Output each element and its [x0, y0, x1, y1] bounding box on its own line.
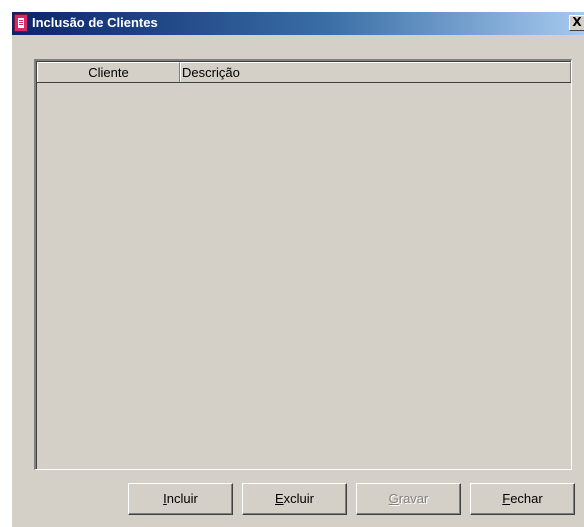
- title-bar[interactable]: Inclusão de Clientes X: [12, 12, 584, 35]
- excluir-label: xcluir: [283, 491, 314, 506]
- incluir-label: ncluir: [166, 491, 198, 506]
- inclusao-clientes-window: Inclusão de Clientes X Cliente Descrição…: [11, 11, 584, 527]
- close-icon: X: [572, 15, 582, 29]
- fechar-mnemonic: F: [502, 491, 511, 506]
- clientes-grid[interactable]: Cliente Descrição: [34, 59, 572, 470]
- fechar-label: echar: [510, 491, 543, 506]
- window-title: Inclusão de Clientes: [32, 15, 158, 30]
- gravar-button[interactable]: Gravar: [356, 483, 461, 515]
- gravar-label: ravar: [398, 491, 429, 506]
- button-bar: Incluir Excluir Gravar Fechar: [12, 483, 584, 515]
- incluir-button[interactable]: Incluir: [128, 483, 233, 515]
- excluir-mnemonic: E: [274, 491, 284, 506]
- excluir-button[interactable]: Excluir: [242, 483, 347, 515]
- gravar-mnemonic: G: [388, 491, 399, 506]
- column-header-descricao[interactable]: Descrição: [180, 62, 571, 82]
- column-header-cliente[interactable]: Cliente: [37, 62, 180, 82]
- fechar-button[interactable]: Fechar: [470, 483, 575, 515]
- close-button[interactable]: X: [569, 15, 584, 31]
- grid-header: Cliente Descrição: [37, 62, 571, 83]
- document-icon: [14, 14, 28, 32]
